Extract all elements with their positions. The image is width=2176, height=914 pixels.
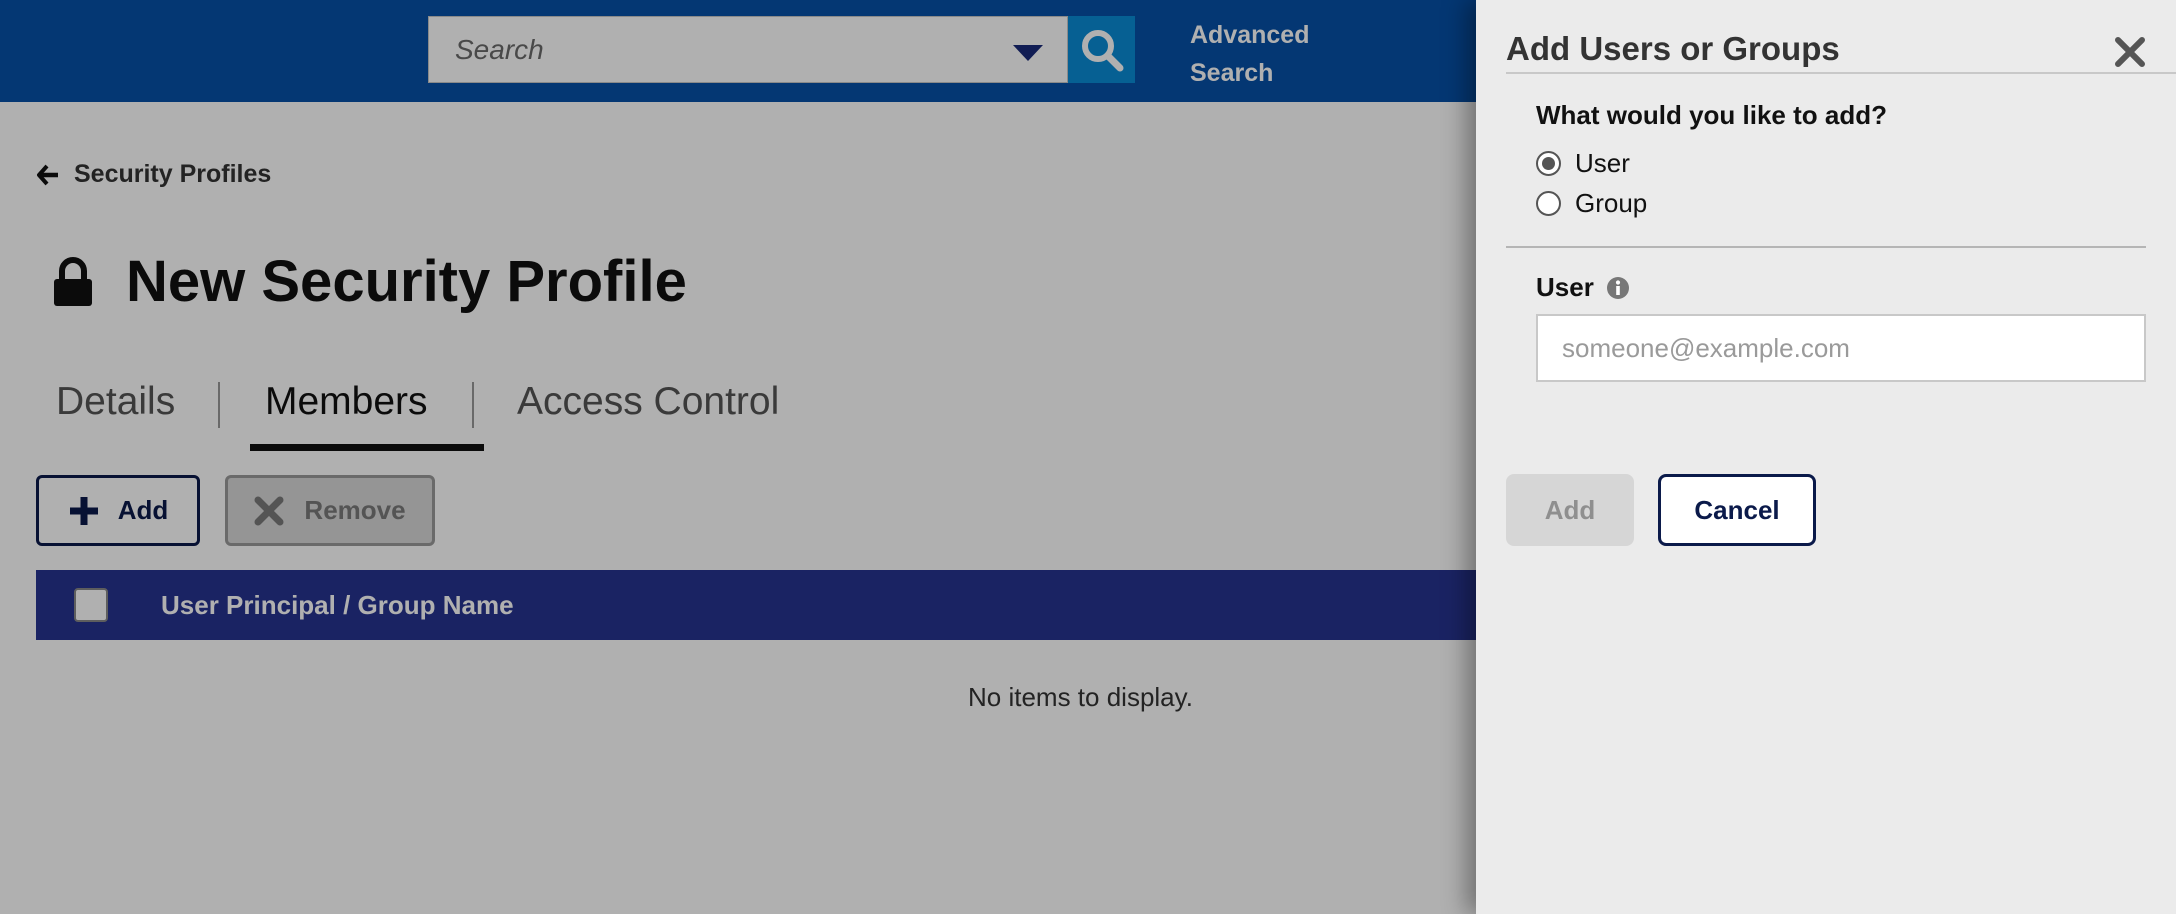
radio-group-label: Group	[1575, 188, 1648, 218]
close-icon[interactable]	[2112, 34, 2148, 70]
panel-divider	[1506, 246, 2146, 248]
user-field-label: User	[1536, 272, 1594, 302]
panel-cancel-button[interactable]: Cancel	[1658, 474, 1816, 546]
user-email-input[interactable]	[1536, 314, 2146, 382]
user-field-label-row: User	[1536, 272, 1630, 303]
radio-selected-dot	[1542, 157, 1555, 170]
panel-title: Add Users or Groups	[1506, 30, 1840, 67]
panel-divider	[1506, 72, 2176, 74]
add-type-question: What would you like to add?	[1536, 100, 1887, 130]
radio-option-group[interactable]: Group	[1536, 188, 1647, 219]
radio-group[interactable]	[1536, 191, 1561, 216]
radio-user[interactable]	[1536, 151, 1561, 176]
radio-option-user[interactable]: User	[1536, 148, 1630, 179]
radio-user-label: User	[1575, 148, 1630, 178]
add-users-panel: Add Users or Groups What would you like …	[1476, 0, 2176, 914]
info-icon[interactable]	[1606, 276, 1630, 300]
panel-add-button[interactable]: Add	[1506, 474, 1634, 546]
